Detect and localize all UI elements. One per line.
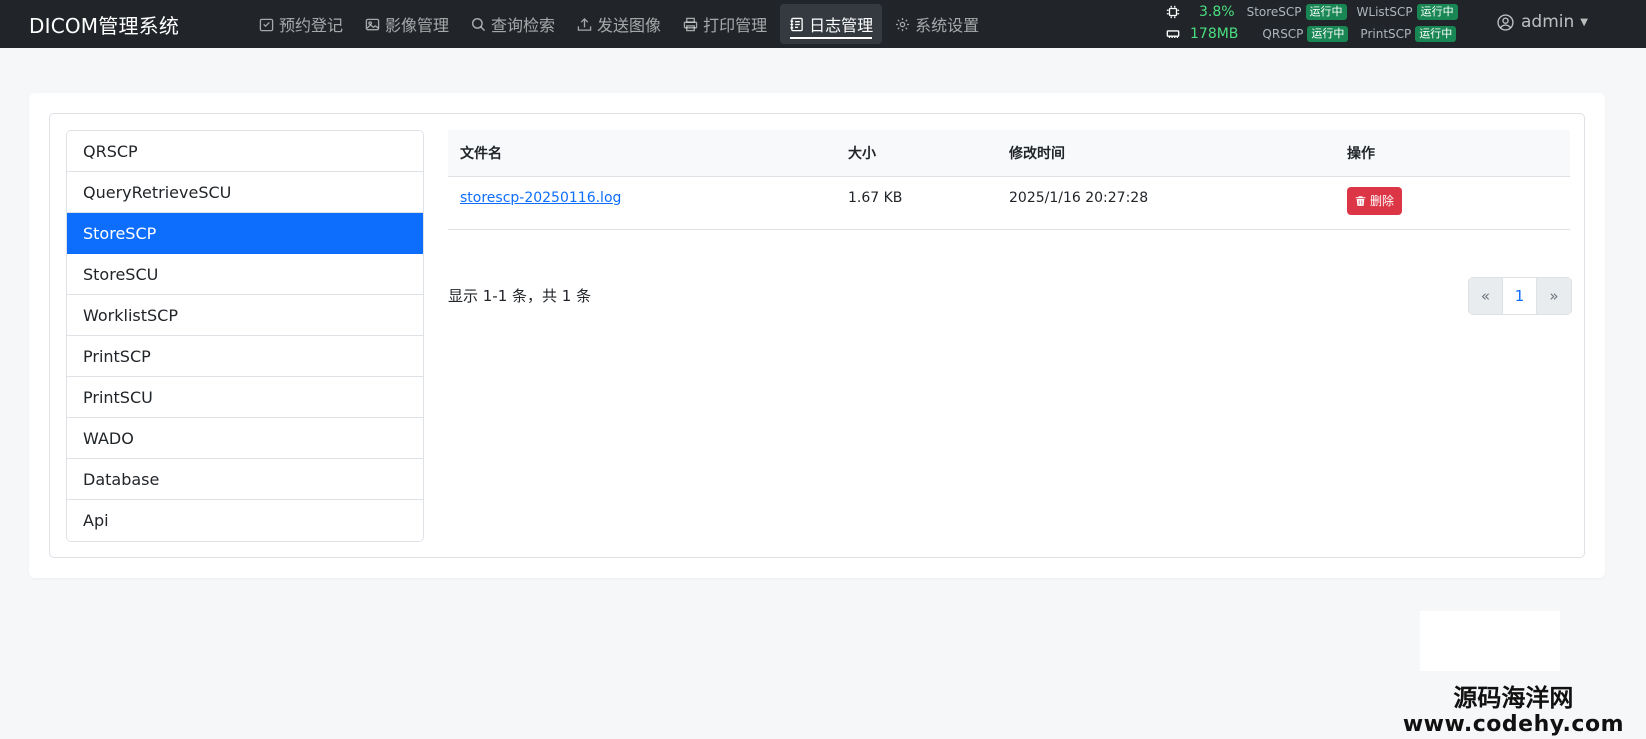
- log-files-table: 文件名 大小 修改时间 操作 storescp-20250116.log 1.6…: [448, 130, 1570, 230]
- service-name: PrintSCP: [1360, 27, 1412, 41]
- service-name: WListSCP: [1356, 5, 1413, 19]
- cell-size: 1.67 KB: [836, 176, 997, 230]
- user-menu[interactable]: admin ▼: [1497, 12, 1588, 32]
- watermark-line2: www.codehy.com: [1402, 712, 1624, 737]
- log-source-item[interactable]: WorklistSCP: [67, 295, 423, 336]
- memory-usage: 178MB: [1190, 26, 1239, 42]
- nav-send[interactable]: 发送图像: [568, 4, 670, 44]
- journal-icon: [790, 17, 803, 31]
- printer-icon: [683, 17, 698, 31]
- logs-card: QRSCP QueryRetrieveSCU StoreSCP StoreSCU…: [29, 93, 1605, 671]
- logs-panel: QRSCP QueryRetrieveSCU StoreSCP StoreSCU…: [49, 113, 1585, 558]
- cpu-row: 3.8% StoreSCP 运行中 WListSCP 运行中: [1166, 4, 1458, 20]
- table-header-row: 文件名 大小 修改时间 操作: [448, 130, 1570, 177]
- column-header-modified: 修改时间: [997, 130, 1335, 177]
- search-icon: [471, 17, 486, 31]
- nav-label: 日志管理: [809, 16, 874, 35]
- app-brand[interactable]: DICOM管理系统: [29, 10, 179, 39]
- watermark: 源码海洋网 www.codehy.com: [1403, 684, 1624, 738]
- status-badge: 运行中: [1307, 26, 1349, 42]
- decorative-overlay: [1420, 611, 1560, 671]
- nav-logs[interactable]: 日志管理: [780, 4, 883, 44]
- pagination-page[interactable]: 1: [1503, 278, 1537, 314]
- gear-icon: [896, 17, 910, 31]
- memory-icon: [1166, 30, 1180, 38]
- log-source-item[interactable]: QueryRetrieveSCU: [67, 172, 423, 213]
- pagination: « 1 »: [1468, 277, 1572, 315]
- nav-print[interactable]: 打印管理: [674, 4, 776, 44]
- cell-action: 删除: [1335, 176, 1570, 230]
- calendar-check-icon: [259, 18, 274, 31]
- pagination-next[interactable]: »: [1537, 278, 1571, 314]
- cell-modified: 2025/1/16 20:27:28: [997, 176, 1335, 230]
- log-source-item[interactable]: PrintSCP: [67, 336, 423, 377]
- nav-images[interactable]: 影像管理: [356, 4, 458, 44]
- username: admin: [1521, 12, 1575, 32]
- log-source-item[interactable]: StoreSCP: [67, 213, 423, 254]
- nav-label: 预约登记: [279, 16, 344, 35]
- pagination-prev[interactable]: «: [1469, 278, 1503, 314]
- delete-button[interactable]: 删除: [1347, 186, 1403, 215]
- nav-search[interactable]: 查询检索: [462, 4, 564, 44]
- upload-icon: [577, 17, 592, 31]
- nav-label: 查询检索: [491, 16, 556, 35]
- log-source-list: QRSCP QueryRetrieveSCU StoreSCP StoreSCU…: [66, 130, 424, 542]
- nav-label: 发送图像: [597, 16, 662, 35]
- log-source-item[interactable]: PrintSCU: [67, 377, 423, 418]
- service-name: QRSCP: [1262, 27, 1304, 41]
- status-badge: 运行中: [1305, 4, 1347, 20]
- column-header-filename: 文件名: [448, 130, 836, 177]
- status-badge: 运行中: [1416, 4, 1458, 20]
- log-source-item[interactable]: Database: [67, 459, 423, 500]
- trash-icon: [1355, 195, 1366, 206]
- watermark-line1: 源码海洋网: [1453, 684, 1574, 712]
- main-nav: 预约登记 影像管理 查询检索 发送图像 打印管理 日志管理 系统设置: [250, 0, 992, 48]
- service-name: StoreSCP: [1246, 5, 1302, 19]
- chevron-down-icon: ▼: [1580, 16, 1588, 28]
- pagination-summary: 显示 1-1 条，共 1 条: [448, 287, 592, 305]
- cpu-icon: [1166, 5, 1180, 19]
- log-file-link[interactable]: storescp-20250116.log: [460, 190, 621, 206]
- delete-label: 删除: [1370, 194, 1395, 208]
- status-badge: 运行中: [1415, 26, 1457, 42]
- log-source-item[interactable]: WADO: [67, 418, 423, 459]
- column-header-size: 大小: [836, 130, 997, 177]
- image-icon: [365, 18, 380, 30]
- nav-label: 系统设置: [915, 16, 980, 35]
- cell-filename: storescp-20250116.log: [448, 176, 836, 230]
- nav-label: 影像管理: [385, 16, 450, 35]
- table-row: storescp-20250116.log 1.67 KB 2025/1/16 …: [448, 176, 1570, 230]
- log-source-item[interactable]: Api: [67, 500, 423, 541]
- log-source-item[interactable]: QRSCP: [67, 131, 423, 172]
- log-source-item[interactable]: StoreSCU: [67, 254, 423, 295]
- person-circle-icon: [1497, 13, 1514, 31]
- nav-label: 打印管理: [703, 16, 768, 35]
- nav-appointment[interactable]: 预约登记: [250, 4, 352, 44]
- column-header-action: 操作: [1335, 130, 1570, 177]
- memory-row: 178MB QRSCP 运行中 PrintSCP 运行中: [1166, 26, 1457, 42]
- nav-settings[interactable]: 系统设置: [886, 4, 988, 44]
- cpu-usage: 3.8%: [1199, 4, 1235, 20]
- top-navbar: DICOM管理系统 预约登记 影像管理 查询检索 发送图像 打印管理 日志管理: [0, 0, 1646, 48]
